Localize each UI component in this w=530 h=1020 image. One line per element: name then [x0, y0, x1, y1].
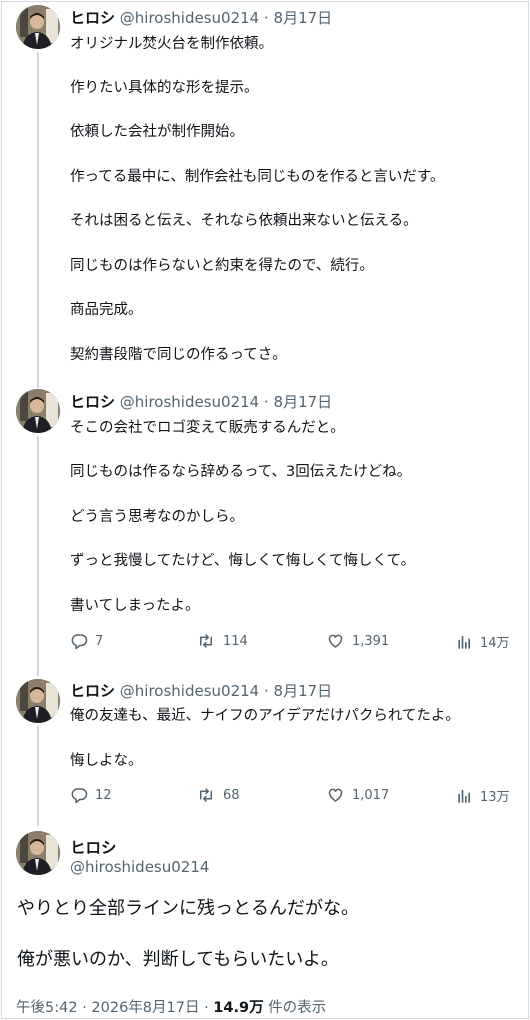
author-handle[interactable]: @hiroshidesu0214 — [120, 393, 259, 411]
tweet-date[interactable]: · 8月17日 — [264, 682, 332, 700]
tweet-text: 作りたい具体的な形を提示。 — [70, 80, 259, 96]
like-button[interactable]: 1,017 — [326, 786, 389, 804]
author-handle[interactable]: @hiroshidesu0214 — [70, 858, 209, 876]
retweet-button[interactable]: 114 — [196, 632, 248, 650]
tweet-text: 作ってる最中に、制作会社も同じものを作ると言いだす。 — [70, 169, 445, 185]
views-icon — [458, 789, 470, 803]
reply-button[interactable]: 7 — [70, 632, 103, 650]
author-name[interactable]: ヒロシ — [70, 836, 117, 858]
reply-count: 7 — [95, 633, 104, 649]
tweet-text: 依頼した会社が制作開始。 — [70, 124, 244, 140]
views-button[interactable]: 14万 — [456, 632, 510, 651]
reply-icon — [71, 788, 88, 804]
tweet-header: ヒロシ @hiroshidesu0214 · 8月17日 — [70, 393, 332, 411]
thread-line — [37, 52, 39, 388]
tweet-timestamp[interactable]: 午後5:42 · 2026年8月17日 · — [16, 1000, 213, 1016]
tweet-text: オリジナル焚火台を制作依頼。 — [70, 36, 273, 52]
tweet-date[interactable]: · 8月17日 — [264, 393, 332, 411]
avatar[interactable] — [16, 5, 60, 49]
tweet-text: 悔しよな。 — [70, 753, 143, 769]
tweet-text: 同じものは作るなら辞めるって、3回伝えたけどね。 — [70, 464, 412, 480]
tweet-text: 俺の友達も、最近、ナイフのアイデアだけパクられてたよ。 — [70, 708, 460, 724]
views-icon — [458, 635, 470, 649]
author-name[interactable]: ヒロシ — [70, 393, 115, 411]
tweet-text: そこの会社でロゴ変えて販売するんだと。 — [70, 420, 345, 436]
views-count: 13万 — [480, 790, 510, 805]
view-label: 件の表示 — [263, 1000, 327, 1016]
tweet-text: 書いてしまったよ。 — [70, 598, 200, 614]
tweet-text: 契約書段階で同じの作るってさ。 — [70, 347, 287, 363]
reply-button[interactable]: 12 — [70, 786, 112, 804]
tweet-text: それは困ると伝え、それなら依頼出来ないと伝える。 — [70, 213, 418, 229]
like-icon — [328, 634, 343, 648]
avatar[interactable] — [16, 389, 60, 433]
retweet-icon — [200, 788, 212, 802]
tweet-actions: 12 68 1,017 13万 — [70, 786, 512, 806]
views-count: 14万 — [480, 636, 510, 651]
tweet-text: 商品完成。 — [70, 302, 143, 318]
tweet-text: 同じものは作らないと約束を得たので、続行。 — [70, 258, 374, 274]
thread-line — [37, 726, 39, 826]
views-button[interactable]: 13万 — [456, 786, 510, 805]
retweet-button[interactable]: 68 — [196, 786, 240, 804]
retweet-count: 114 — [223, 633, 248, 649]
tweet-header: ヒロシ @hiroshidesu0214 · 8月17日 — [70, 9, 332, 27]
like-count: 1,391 — [352, 633, 390, 649]
like-icon — [328, 788, 343, 802]
like-button[interactable]: 1,391 — [326, 632, 389, 650]
reply-icon — [71, 634, 88, 650]
tweet-header: ヒロシ @hiroshidesu0214 · 8月17日 — [70, 682, 332, 700]
tweet-actions: 7 114 1,391 14万 — [70, 632, 512, 652]
retweet-count: 68 — [223, 787, 240, 803]
avatar[interactable] — [16, 679, 60, 723]
thread-line — [37, 436, 39, 676]
tweet-text: ずっと我慢してたけど、悔しくて悔しくて悔しくて。 — [70, 553, 416, 569]
author-handle[interactable]: @hiroshidesu0214 — [120, 9, 259, 27]
retweet-icon — [200, 634, 212, 648]
view-count: 14.9万 — [213, 1000, 264, 1016]
tweet-meta: 午後5:42 · 2026年8月17日 · 14.9万 件の表示 — [16, 996, 326, 1017]
reply-count: 12 — [95, 787, 112, 803]
tweet-date[interactable]: · 8月17日 — [264, 9, 332, 27]
like-count: 1,017 — [352, 787, 390, 803]
author-name[interactable]: ヒロシ — [70, 682, 115, 700]
avatar[interactable] — [16, 831, 60, 875]
tweet-text: どう言う思考なのかしら。 — [70, 509, 244, 525]
author-handle[interactable]: @hiroshidesu0214 — [120, 682, 259, 700]
tweet-text: 俺が悪いのか、判断してもらいたいよ。 — [17, 949, 339, 970]
tweet-text: やりとり全部ラインに残っとるんだがな。 — [17, 898, 359, 919]
author-name[interactable]: ヒロシ — [70, 9, 115, 27]
